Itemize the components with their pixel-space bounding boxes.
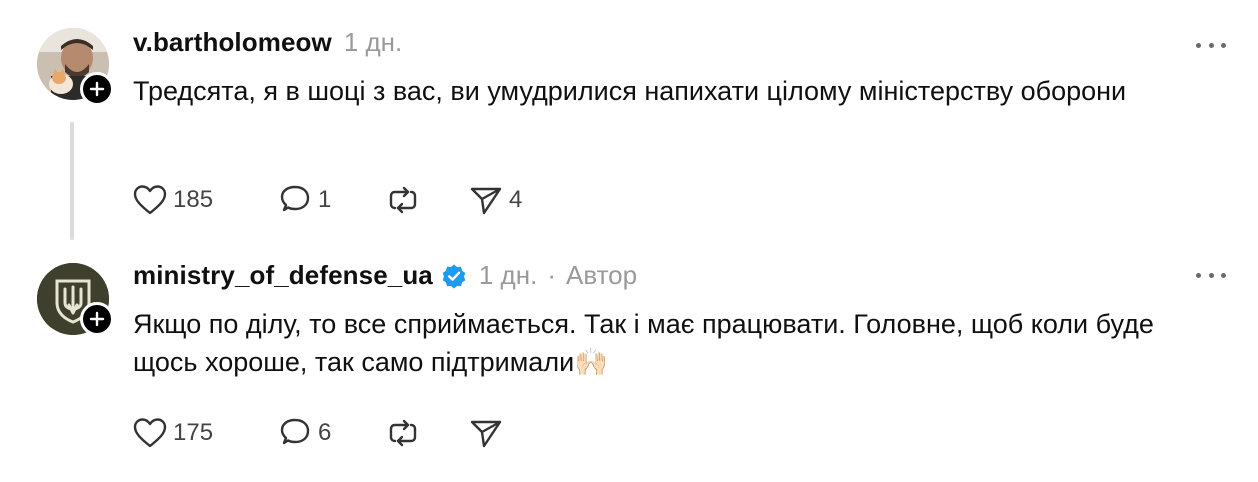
dot-icon — [1196, 42, 1201, 48]
follow-button[interactable] — [80, 72, 114, 106]
send-icon — [470, 420, 502, 448]
repost-icon — [389, 419, 417, 447]
separator-dot: · — [547, 260, 556, 290]
repost-icon — [389, 186, 417, 214]
dot-icon — [1221, 272, 1226, 278]
reply-count: 1 — [318, 186, 332, 213]
like-button[interactable]: 175 — [133, 417, 278, 449]
like-count: 185 — [173, 186, 214, 213]
comment-ministry-of-defense-ua: ministry_of_defense_ua 1 дн. · Автор Якщ… — [0, 245, 1258, 482]
comment-header: v.bartholomeow 1 дн. — [133, 27, 402, 58]
more-options-button[interactable] — [1196, 270, 1226, 280]
share-count: 4 — [509, 186, 523, 213]
follow-button[interactable] — [80, 302, 114, 336]
send-icon — [470, 187, 502, 215]
heart-icon — [133, 185, 167, 215]
repost-button[interactable] — [386, 417, 469, 449]
action-bar: 175 6 — [133, 417, 503, 449]
plus-icon — [89, 81, 105, 97]
like-count: 175 — [173, 419, 214, 446]
reply-count: 6 — [318, 419, 332, 446]
dot-icon — [1196, 272, 1201, 278]
like-button[interactable]: 185 — [133, 184, 278, 216]
thread-line — [70, 122, 74, 240]
comment-icon — [280, 418, 310, 445]
username[interactable]: v.bartholomeow — [133, 27, 332, 58]
dot-icon — [1208, 272, 1214, 278]
verified-badge-icon — [441, 263, 467, 289]
author-label: Автор — [565, 260, 638, 290]
plus-icon — [89, 311, 105, 327]
dot-icon — [1221, 42, 1226, 48]
comment-header: ministry_of_defense_ua 1 дн. · Автор — [133, 260, 637, 291]
share-button[interactable]: 4 — [469, 184, 522, 216]
username[interactable]: ministry_of_defense_ua — [133, 260, 433, 291]
comment-text: Тредсята, я в шоці з вас, ви умудрилися … — [133, 76, 1127, 106]
comment-v-bartholomeow: v.bartholomeow 1 дн. Тредсята, я в шоці … — [0, 0, 1258, 245]
comment-icon — [280, 185, 310, 212]
dot-icon — [1208, 42, 1214, 48]
comment-text: Якщо по ділу, то все сприймається. Так і… — [133, 309, 1154, 377]
more-options-button[interactable] — [1196, 40, 1226, 50]
share-button[interactable] — [469, 417, 503, 449]
timestamp[interactable]: 1 дн. — [344, 27, 402, 58]
timestamp[interactable]: 1 дн. — [479, 260, 537, 291]
repost-button[interactable] — [386, 184, 469, 216]
reply-button[interactable]: 6 — [278, 417, 386, 449]
reply-button[interactable]: 1 — [278, 184, 386, 216]
heart-icon — [133, 418, 167, 448]
action-bar: 185 1 4 — [133, 184, 522, 216]
